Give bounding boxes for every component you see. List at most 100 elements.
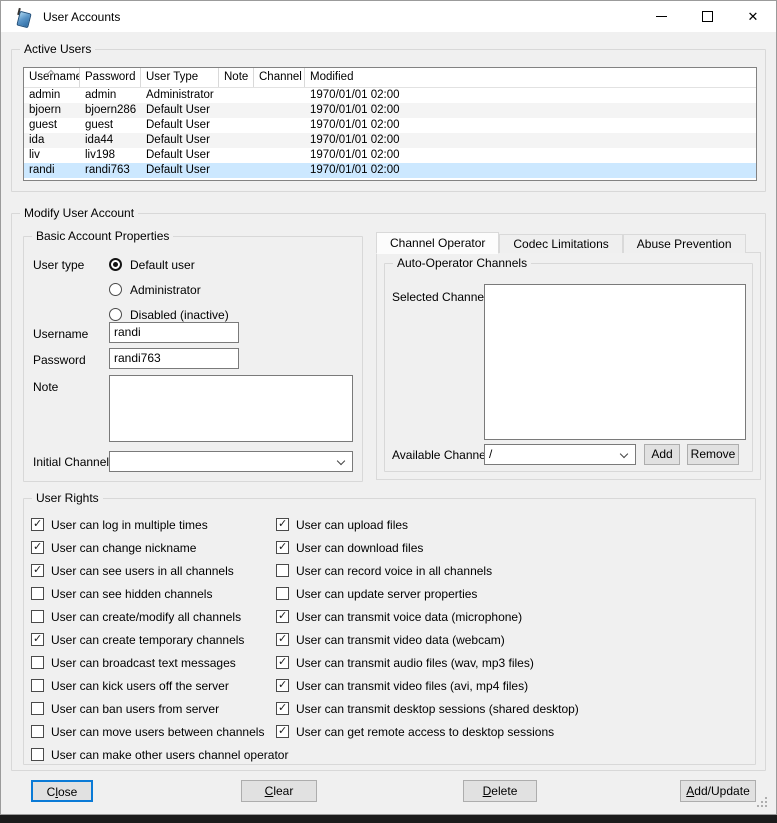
table-cell: guest (80, 118, 141, 133)
table-cell: liv198 (80, 148, 141, 163)
right-checkbox-user-can-get-remote-access-to-desktop-sessions[interactable]: User can get remote access to desktop se… (276, 720, 579, 743)
table-row[interactable]: bjoernbjoern286Default User 1970/01/01 02… (24, 103, 756, 118)
user-type-radio-group: Default user Administrator Disabled (inact… (109, 252, 229, 327)
right-checkbox-user-can-transmit-video-files-avi-mp4-files-[interactable]: User can transmit video files (avi, mp4 … (276, 674, 579, 697)
password-input[interactable]: randi763 (109, 348, 239, 369)
checkbox-label: User can log in multiple times (51, 518, 208, 532)
table-cell: 1970/01/01 02:00 (305, 103, 756, 118)
table-cell: Administrator (141, 88, 219, 103)
right-checkbox-user-can-transmit-video-data-webcam-[interactable]: User can transmit video data (webcam) (276, 628, 579, 651)
delete-button[interactable]: Delete (463, 780, 537, 802)
table-cell: randi763 (80, 163, 141, 178)
column-header-note[interactable]: Note (219, 68, 254, 87)
table-cell: ida (24, 133, 80, 148)
right-checkbox-user-can-change-nickname[interactable]: User can change nickname (31, 536, 288, 559)
column-header-username[interactable]: Username (24, 68, 80, 87)
resize-grip[interactable] (757, 797, 767, 807)
checkbox-label: User can see hidden channels (51, 587, 212, 601)
table-cell: 1970/01/01 02:00 (305, 163, 756, 178)
table-cell: ida44 (80, 133, 141, 148)
radio-icon (109, 283, 122, 296)
right-checkbox-user-can-upload-files[interactable]: User can upload files (276, 513, 579, 536)
basic-group-label: Basic Account Properties (32, 229, 173, 243)
table-row[interactable]: guestguestDefault User1970/01/01 02:00 (24, 118, 756, 133)
column-header-password[interactable]: Password (80, 68, 141, 87)
right-checkbox-user-can-transmit-audio-files-wav-mp3-files-[interactable]: User can transmit audio files (wav, mp3 … (276, 651, 579, 674)
selected-channels-listbox[interactable] (484, 284, 746, 440)
radio-label: Default user (130, 258, 195, 272)
minimize-icon (656, 16, 667, 17)
right-checkbox-user-can-make-other-users-channel-operator[interactable]: User can make other users channel operat… (31, 743, 288, 766)
chevron-down-icon (621, 451, 628, 458)
checkbox-unchecked-icon (31, 679, 44, 692)
checkbox-unchecked-icon (31, 587, 44, 600)
right-checkbox-user-can-log-in-multiple-times[interactable]: User can log in multiple times (31, 513, 288, 536)
checkbox-label: User can broadcast text messages (51, 656, 236, 670)
table-cell: bjoern286 (80, 103, 141, 118)
radio-label: Administrator (130, 283, 201, 297)
user-accounts-window: User Accounts ✕ Active Users Username Pa… (0, 0, 777, 815)
checkbox-label: User can transmit video files (avi, mp4 … (296, 679, 528, 693)
right-checkbox-user-can-transmit-desktop-sessions-shared-desktop-[interactable]: User can transmit desktop sessions (shar… (276, 697, 579, 720)
right-checkbox-user-can-update-server-properties[interactable]: User can update server properties (276, 582, 579, 605)
clear-button[interactable]: Clear (241, 780, 317, 802)
initial-channel-combobox[interactable] (109, 451, 353, 472)
checkbox-label: User can move users between channels (51, 725, 264, 739)
user-type-radio-administrator[interactable]: Administrator (109, 277, 229, 302)
column-header-usertype[interactable]: User Type (141, 68, 219, 87)
right-checkbox-user-can-record-voice-in-all-channels[interactable]: User can record voice in all channels (276, 559, 579, 582)
right-checkbox-user-can-see-users-in-all-channels[interactable]: User can see users in all channels (31, 559, 288, 582)
checkbox-checked-icon (276, 656, 289, 669)
right-checkbox-user-can-see-hidden-channels[interactable]: User can see hidden channels (31, 582, 288, 605)
right-checkbox-user-can-create-modify-all-channels[interactable]: User can create/modify all channels (31, 605, 288, 628)
table-cell: admin (24, 88, 80, 103)
checkbox-checked-icon (276, 702, 289, 715)
table-header[interactable]: Username Password User Type Note Channel… (24, 68, 756, 88)
right-checkbox-user-can-ban-users-from-server[interactable]: User can ban users from server (31, 697, 288, 720)
table-cell: 1970/01/01 02:00 (305, 133, 756, 148)
table-cell: bjoern (24, 103, 80, 118)
table-cell (219, 163, 254, 178)
right-checkbox-user-can-create-temporary-channels[interactable]: User can create temporary channels (31, 628, 288, 651)
right-checkbox-user-can-move-users-between-channels[interactable]: User can move users between channels (31, 720, 288, 743)
table-row[interactable]: randirandi763Default User1970/01/01 02:0… (24, 163, 756, 178)
available-channels-label: Available Channels (392, 448, 495, 462)
active-users-table[interactable]: Username Password User Type Note Channel… (23, 67, 757, 181)
user-type-label: User type (33, 258, 84, 272)
right-checkbox-user-can-broadcast-text-messages[interactable]: User can broadcast text messages (31, 651, 288, 674)
available-channels-combobox[interactable]: / (484, 444, 636, 465)
table-cell (254, 133, 305, 148)
checkbox-unchecked-icon (31, 748, 44, 761)
table-cell: Default User (141, 103, 219, 118)
radio-label: Disabled (inactive) (130, 308, 229, 322)
add-button[interactable]: Add (644, 444, 680, 465)
table-row[interactable]: adminadminAdministrator1970/01/01 02:00 (24, 88, 756, 103)
close-button[interactable]: Close (31, 780, 93, 802)
table-row[interactable]: idaida44Default User1970/01/01 02:00 (24, 133, 756, 148)
tab-abuse-prevention[interactable]: Abuse Prevention (623, 234, 746, 253)
app-walkie-talkie-icon (13, 7, 33, 27)
remove-button[interactable]: Remove (687, 444, 739, 465)
tab-codec-limitations[interactable]: Codec Limitations (499, 234, 622, 253)
username-input[interactable]: randi (109, 322, 239, 343)
checkbox-checked-icon (276, 518, 289, 531)
tab-channel-operator[interactable]: Channel Operator (376, 232, 499, 254)
close-window-button[interactable]: ✕ (730, 1, 776, 32)
right-checkbox-user-can-transmit-voice-data-microphone-[interactable]: User can transmit voice data (microphone… (276, 605, 579, 628)
right-checkbox-user-can-download-files[interactable]: User can download files (276, 536, 579, 559)
checkbox-label: User can transmit voice data (microphone… (296, 610, 522, 624)
table-row[interactable]: livliv198Default User1970/01/01 02:00 (24, 148, 756, 163)
checkbox-unchecked-icon (276, 587, 289, 600)
note-textarea[interactable] (109, 375, 353, 442)
maximize-button[interactable] (684, 1, 730, 32)
right-checkbox-user-can-kick-users-off-the-server[interactable]: User can kick users off the server (31, 674, 288, 697)
user-rights-group-label: User Rights (32, 491, 103, 505)
user-type-radio-default-user[interactable]: Default user (109, 252, 229, 277)
checkbox-label: User can create/modify all channels (51, 610, 241, 624)
close-icon: ✕ (748, 10, 759, 23)
minimize-button[interactable] (638, 1, 684, 32)
add-update-button[interactable]: Add/Update (680, 780, 756, 802)
column-header-channel[interactable]: Channel (254, 68, 305, 87)
dialog-body: Active Users Username Password User Type… (1, 32, 777, 816)
column-header-modified[interactable]: Modified (305, 68, 756, 87)
